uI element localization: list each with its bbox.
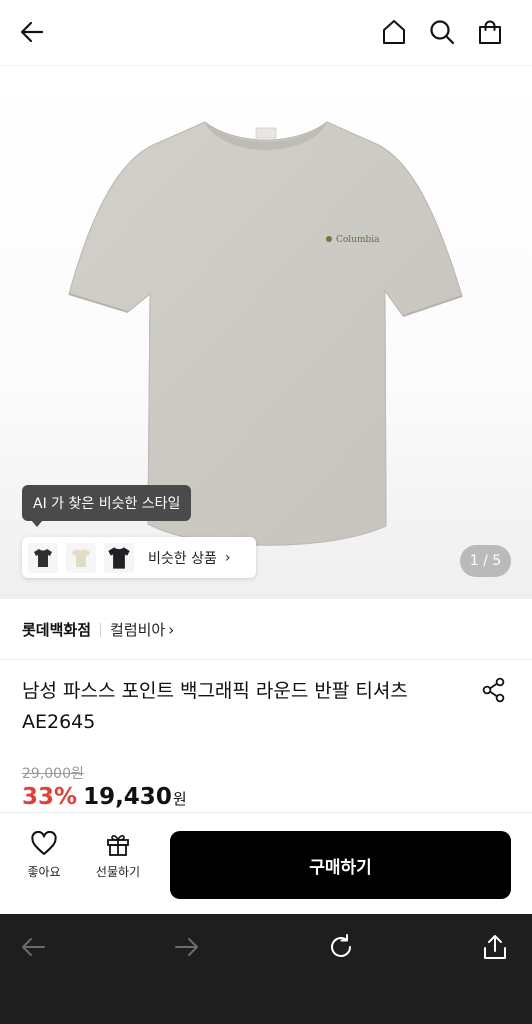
product-title: 남성 파스스 포인트 백그래픽 라운드 반팔 티셔츠 AE2645 bbox=[22, 680, 408, 733]
like-label: 좋아요 bbox=[27, 865, 61, 879]
similar-thumb-black[interactable] bbox=[104, 542, 134, 573]
arrow-left-icon bbox=[22, 938, 45, 956]
shopping-bag-icon bbox=[479, 20, 501, 44]
bottom-action-bar: 좋아요 선물하기 구매하기 bbox=[0, 812, 532, 914]
discount-rate: 33% bbox=[22, 784, 78, 810]
arrow-left-icon bbox=[20, 21, 44, 43]
share-upload-icon bbox=[484, 935, 506, 959]
brand-divider bbox=[100, 622, 102, 637]
search-button[interactable] bbox=[424, 14, 460, 50]
similar-thumb-dark[interactable] bbox=[28, 542, 58, 573]
heart-icon bbox=[31, 831, 57, 855]
browser-toolbar bbox=[0, 914, 532, 1024]
reload-icon bbox=[331, 934, 351, 957]
gift-button[interactable]: 선물하기 bbox=[88, 831, 148, 880]
sale-price: 19,430 bbox=[83, 784, 172, 810]
store-name[interactable]: 롯데백화점 bbox=[22, 619, 91, 640]
beige-tshirt-thumb bbox=[72, 548, 90, 567]
columbia-logo: Columbia bbox=[336, 235, 380, 245]
back-button[interactable] bbox=[14, 14, 50, 50]
tooltip-tail bbox=[31, 520, 43, 527]
gift-icon bbox=[107, 835, 129, 856]
top-bar bbox=[0, 0, 532, 66]
price-row: 33% 19,430 원 bbox=[22, 784, 187, 810]
image-page-indicator: 1 / 5 bbox=[460, 545, 511, 577]
chevron-right-icon: › bbox=[168, 620, 175, 639]
original-price: 29,000원 bbox=[22, 766, 84, 782]
cart-button[interactable] bbox=[472, 14, 508, 50]
currency-unit: 원 bbox=[172, 790, 187, 808]
browser-back-button[interactable] bbox=[17, 931, 49, 963]
similar-thumb-beige[interactable] bbox=[66, 542, 96, 573]
dark-tshirt-thumb bbox=[34, 548, 52, 567]
home-icon bbox=[383, 20, 405, 44]
gift-label: 선물하기 bbox=[95, 865, 141, 879]
ai-tooltip-text: AI 가 찾은 비슷한 스타일 bbox=[33, 496, 181, 512]
share-icon bbox=[482, 677, 505, 703]
black-tshirt-thumb bbox=[108, 546, 130, 569]
similar-products-label: 비슷한 상품 bbox=[148, 550, 217, 567]
similar-products-button[interactable]: 비슷한 상품 › bbox=[22, 537, 256, 578]
share-button[interactable] bbox=[480, 676, 508, 704]
browser-forward-button[interactable] bbox=[171, 931, 203, 963]
home-button[interactable] bbox=[376, 14, 412, 50]
browser-share-button[interactable] bbox=[479, 931, 511, 963]
ai-style-tooltip: AI 가 찾은 비슷한 스타일 bbox=[22, 485, 192, 521]
buy-button[interactable]: 구매하기 bbox=[170, 831, 511, 899]
browser-reload-button[interactable] bbox=[325, 931, 357, 963]
chevron-right-icon: › bbox=[224, 549, 231, 566]
search-icon bbox=[430, 20, 455, 45]
brand-link[interactable]: 컬럼비아 bbox=[110, 619, 165, 640]
like-button[interactable]: 좋아요 bbox=[14, 831, 74, 880]
arrow-right-icon bbox=[175, 938, 198, 956]
brand-row: 롯데백화점 컬럼비아 › bbox=[0, 600, 532, 660]
